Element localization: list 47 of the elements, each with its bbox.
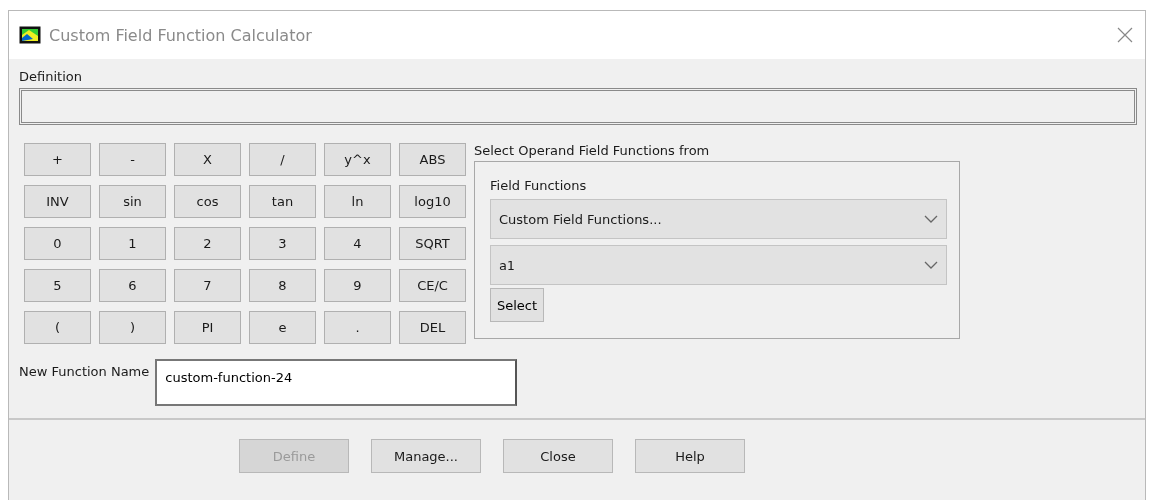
dialog-button[interactable]: Close	[503, 439, 613, 473]
calculator-key[interactable]: CE/C	[399, 269, 466, 302]
window-title: Custom Field Function Calculator	[49, 25, 313, 45]
calculator-key[interactable]: -	[99, 143, 166, 176]
dialog-button[interactable]: Help	[635, 439, 745, 473]
calculator-key[interactable]: PI	[174, 311, 241, 344]
field-functions-label: Field Functions	[490, 178, 588, 193]
chevron-down-icon	[924, 214, 938, 224]
function-name-field[interactable]: custom-function-24	[155, 359, 518, 406]
calculator-key[interactable]: 8	[249, 269, 316, 302]
calculator-key[interactable]: e	[249, 311, 316, 344]
calculator-key[interactable]: )	[99, 311, 166, 344]
calculator-key[interactable]: INV	[24, 185, 91, 218]
calculator-key[interactable]: 0	[24, 227, 91, 260]
function-dropdown[interactable]: a1	[490, 245, 947, 285]
calculator-key[interactable]: ABS	[399, 143, 466, 176]
definition-field[interactable]	[19, 88, 1137, 125]
calculator-key[interactable]: 4	[324, 227, 391, 260]
calculator-key[interactable]: 5	[24, 269, 91, 302]
calculator-key[interactable]: X	[174, 143, 241, 176]
definition-label: Definition	[19, 69, 83, 84]
close-icon[interactable]	[1117, 27, 1133, 43]
calculator-key[interactable]: 9	[324, 269, 391, 302]
calculator-key[interactable]: /	[249, 143, 316, 176]
select-button[interactable]: Select	[490, 288, 545, 322]
group-title: Select Operand Field Functions from	[474, 143, 711, 158]
dialog-button[interactable]: Manage...	[371, 439, 481, 473]
category-dropdown[interactable]: Custom Field Functions...	[490, 199, 947, 239]
calculator-key[interactable]: y^x	[324, 143, 391, 176]
calculator-key[interactable]: +	[24, 143, 91, 176]
calculator-key[interactable]: tan	[249, 185, 316, 218]
calculator-key[interactable]: ln	[324, 185, 391, 218]
calculator-key[interactable]: 7	[174, 269, 241, 302]
calculator-key[interactable]: sin	[99, 185, 166, 218]
calculator-key[interactable]: (	[24, 311, 91, 344]
calculator-key[interactable]: DEL	[399, 311, 466, 344]
calculator-key[interactable]: cos	[174, 185, 241, 218]
calculator-key[interactable]: .	[324, 311, 391, 344]
calculator-key[interactable]: 3	[249, 227, 316, 260]
calculator-key[interactable]: 6	[99, 269, 166, 302]
chevron-down-icon	[924, 260, 938, 270]
calculator-key[interactable]: 2	[174, 227, 241, 260]
new-function-name-label: New Function Name	[19, 364, 150, 379]
calculator-key[interactable]: SQRT	[399, 227, 466, 260]
calculator-key[interactable]: log10	[399, 185, 466, 218]
app-logo-icon	[19, 26, 41, 44]
calculator-key[interactable]: 1	[99, 227, 166, 260]
